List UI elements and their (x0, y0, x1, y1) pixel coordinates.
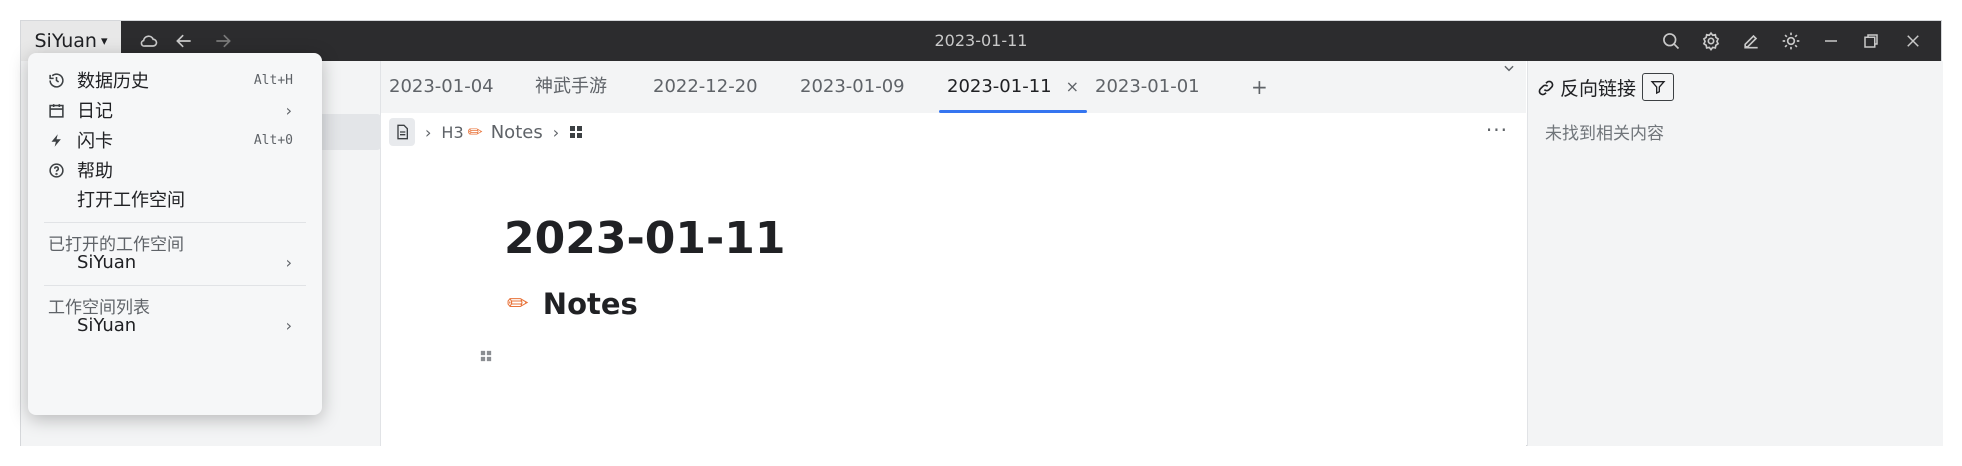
calendar-icon (46, 102, 66, 119)
menu-divider (44, 222, 306, 223)
pencil-emoji-icon: ✏ (467, 121, 483, 143)
menu-item-workspace-list-siyuan[interactable]: SiYuan › (28, 309, 322, 341)
backlinks-title: 反向链接 (1560, 78, 1637, 100)
menu-item-label: 打开工作空间 (77, 190, 185, 211)
menu-item-label: 日记 (77, 101, 113, 122)
tab-bar: 2023-01-04 神武手游 2022-12-20 2023-01-09 20… (381, 61, 1526, 113)
settings-icon[interactable] (1693, 21, 1729, 61)
tab-2022-12-20[interactable]: 2022-12-20 (645, 61, 766, 113)
tab-2023-01-09[interactable]: 2023-01-09 (792, 61, 913, 113)
search-icon[interactable] (1653, 21, 1689, 61)
tab-label: 2023-01-04 (389, 76, 494, 97)
block-drag-handle-icon[interactable] (480, 350, 492, 362)
flash-icon (46, 132, 66, 149)
chevron-down-icon: ▾ (100, 33, 108, 49)
shortcut-label: Alt+0 (253, 132, 293, 148)
tab-list-chevron-icon[interactable] (1502, 61, 1516, 113)
menu-divider (44, 285, 306, 286)
filter-icon[interactable] (1642, 73, 1674, 101)
breadcrumb-separator-icon: › (425, 122, 432, 142)
backlinks-panel: 反向链接 未找到相关内容 (1527, 61, 1943, 446)
menu-item-flashcard[interactable]: 闪卡 Alt+0 (28, 124, 322, 156)
chevron-right-icon: › (285, 315, 292, 335)
link-icon (1536, 78, 1556, 98)
tab-shenwu[interactable]: 神武手游 (527, 61, 615, 113)
backlinks-empty-text: 未找到相关内容 (1545, 124, 1664, 144)
pencil-emoji-icon: ✏ (507, 289, 529, 319)
theme-icon[interactable] (1773, 21, 1809, 61)
document-title[interactable]: 2023-01-11 (504, 213, 785, 264)
more-options-icon[interactable]: ··· (1486, 118, 1508, 142)
minimize-icon[interactable] (1813, 21, 1849, 61)
help-icon (46, 162, 66, 179)
breadcrumb-item-notes[interactable]: Notes (491, 122, 543, 143)
workspace-dropdown-menu: 数据历史 Alt+H 日记 › 闪卡 Alt+0 帮助 打开工作空间 已打开的工… (28, 53, 322, 415)
backlinks-header: 反向链接 (1536, 74, 1636, 101)
menu-item-label: 数据历史 (77, 71, 149, 92)
heading-text: Notes (542, 287, 638, 321)
tab-label: 神武手游 (535, 76, 607, 97)
app-window: SiYuan ▾ 2023-01-11 2023-01-04 神武手游 2022… (20, 20, 1943, 446)
editor: › H3 ✏ Notes › ··· 2023-01-11 ✏ Notes (381, 113, 1526, 446)
breadcrumb: › H3 ✏ Notes › (389, 118, 583, 146)
history-icon (46, 72, 66, 89)
menu-item-data-history[interactable]: 数据历史 Alt+H (28, 64, 322, 96)
tab-close-icon[interactable]: × (1066, 77, 1079, 96)
chevron-right-icon: › (285, 100, 292, 120)
tab-2023-01-11[interactable]: 2023-01-11 × (939, 61, 1088, 113)
heading-level-label[interactable]: H3 (441, 123, 463, 142)
chevron-right-icon: › (285, 252, 292, 272)
tab-2023-01-04[interactable]: 2023-01-04 (381, 61, 502, 113)
tab-label: 2023-01-11 (947, 76, 1052, 97)
tab-2023-01-01[interactable]: 2023-01-01 (1087, 61, 1208, 113)
breadcrumb-separator-icon: › (552, 122, 560, 142)
menu-item-opened-workspace-siyuan[interactable]: SiYuan › (28, 246, 322, 278)
shortcut-label: Alt+H (253, 72, 293, 88)
menu-item-label: 闪卡 (77, 131, 113, 152)
menu-item-diary[interactable]: 日记 › (28, 94, 322, 126)
workspace-name: SiYuan (34, 30, 97, 52)
edit-icon[interactable] (1733, 21, 1769, 61)
menu-item-label: SiYuan (77, 251, 137, 273)
close-icon[interactable] (1895, 21, 1931, 61)
tab-label: 2023-01-01 (1095, 76, 1200, 97)
tab-label: 2022-12-20 (653, 76, 758, 97)
notes-heading[interactable]: ✏ Notes (507, 287, 638, 321)
menu-item-label: SiYuan (77, 314, 137, 336)
menu-item-label: 帮助 (77, 161, 113, 182)
restore-icon[interactable] (1853, 21, 1889, 61)
menu-item-open-workspace[interactable]: 打开工作空间 (28, 183, 322, 215)
menu-item-help[interactable]: 帮助 (28, 154, 322, 186)
tab-label: 2023-01-09 (800, 76, 905, 97)
document-icon[interactable] (389, 118, 415, 146)
block-grid-icon[interactable] (569, 125, 583, 139)
add-tab-button[interactable]: + (1251, 61, 1268, 113)
